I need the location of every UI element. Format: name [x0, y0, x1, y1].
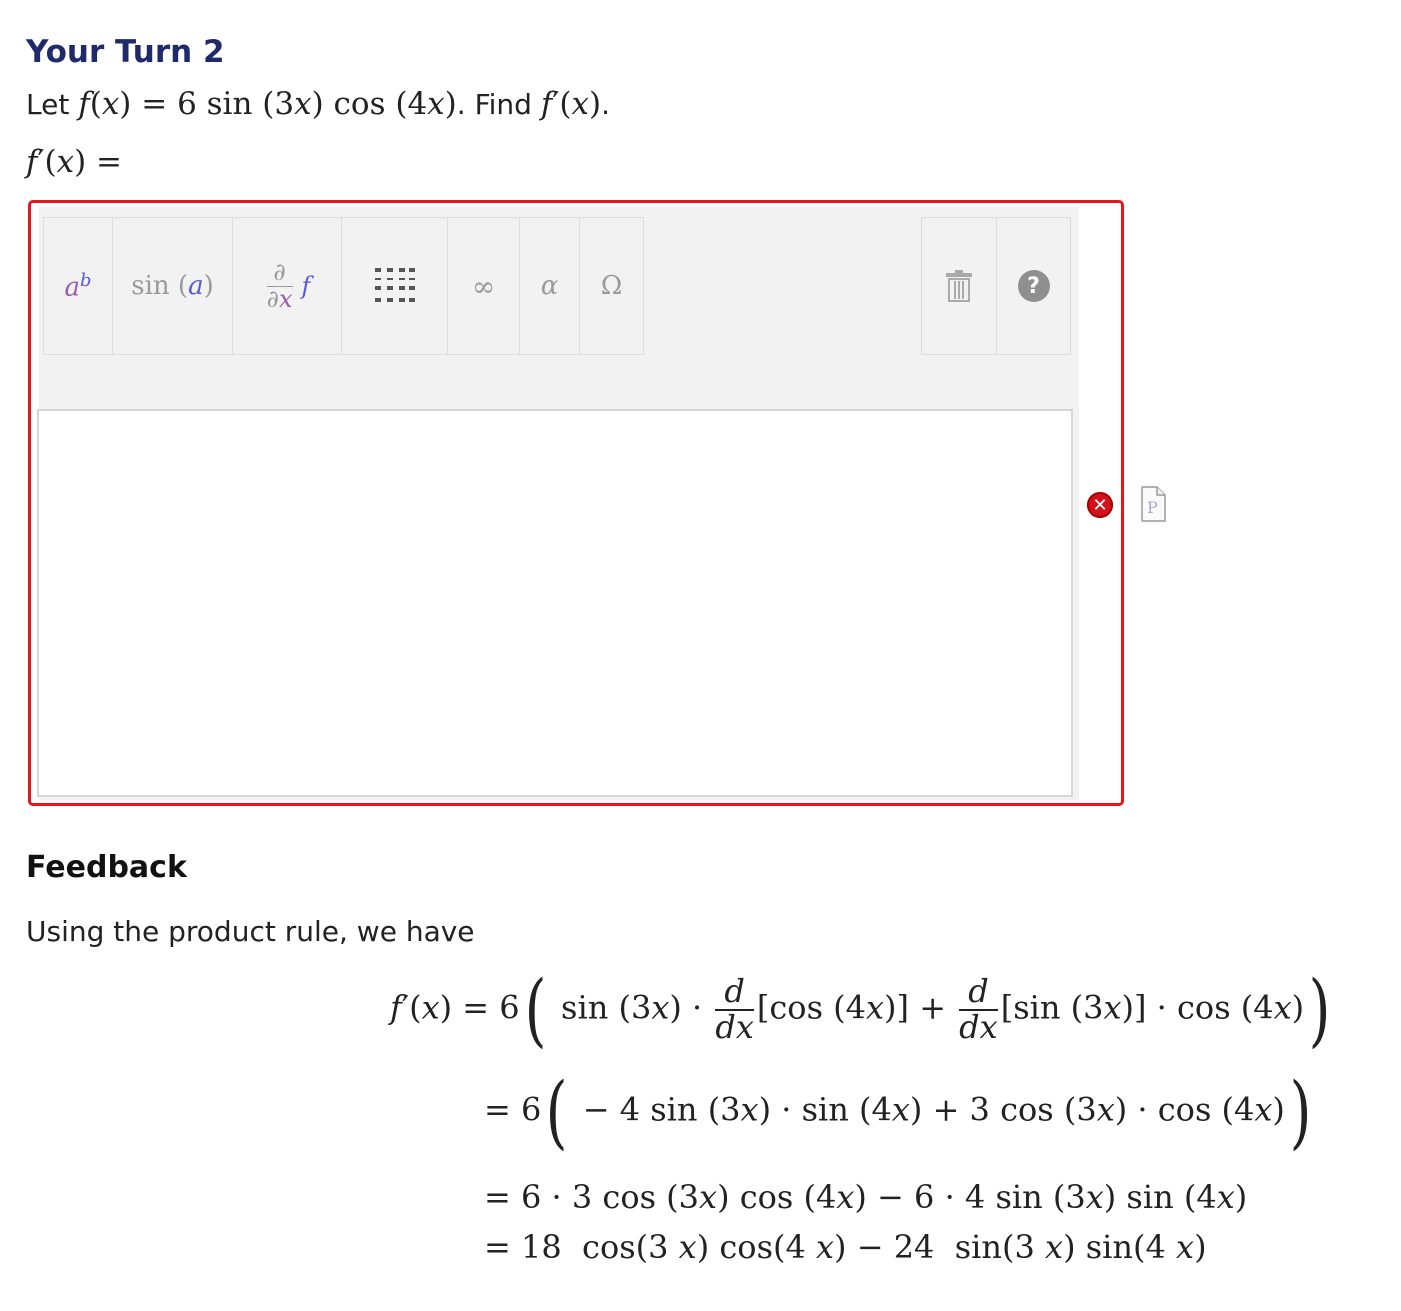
derivation-line-1: f′(x) = 6( sin (3x) · d dx [cos (4x)] + dd… [390, 963, 1331, 1056]
matrix-button[interactable] [341, 217, 448, 355]
prompt-end: . [601, 88, 610, 121]
help-button[interactable]: ? [996, 217, 1071, 355]
help-icon: ? [1017, 270, 1050, 302]
prompt-find: Find [474, 88, 532, 121]
greek-letters-button[interactable]: α [519, 217, 580, 355]
omega-icon: Ω [600, 271, 623, 301]
prompt-period: . [456, 88, 466, 121]
derivation-line-4: = 18 cos(3 x) cos(4 x) − 24 sin(3 x) sin… [484, 1228, 1207, 1266]
trig-functions-button[interactable]: sin (a) [112, 217, 233, 355]
function-definition: f(x) = 6 sin (3x) cos (4x) [78, 86, 457, 122]
special-symbols-button[interactable]: Ω [579, 217, 644, 355]
page-heading: Your Turn 2 [26, 34, 225, 70]
svg-text:P: P [1147, 498, 1158, 517]
matrix-icon [374, 268, 415, 302]
prompt-target: f′(x) [540, 86, 602, 122]
preview-icon[interactable]: P [1140, 486, 1166, 522]
answer-prefix: f′(x) = [26, 144, 123, 180]
alpha-icon: α [540, 271, 559, 301]
derivation-line-3: = 6 · 3 cos (3x) cos (4x) − 6 · 4 sin (3… [484, 1178, 1248, 1216]
answer-input[interactable] [37, 409, 1073, 797]
feedback-intro: Using the product rule, we have [26, 915, 475, 948]
trig-icon: sin (a) [131, 271, 214, 301]
derivation-line-2: = 6( − 4 sin (3x) · sin (4x) + 3 cos (3x… [484, 1065, 1312, 1158]
exponent-icon: ab [64, 269, 92, 303]
question-prompt: Let f(x) = 6 sin (3x) cos (4x). Find f′(… [26, 86, 610, 122]
derivative-icon: ∂ ∂x f [266, 258, 311, 313]
clear-button[interactable] [921, 217, 997, 355]
feedback-heading: Feedback [26, 850, 187, 885]
infinity-button[interactable]: ∞ [447, 217, 520, 355]
trash-icon [946, 270, 972, 302]
exponent-button[interactable]: ab [43, 217, 113, 355]
math-answer-editor: ab sin (a) ∂ ∂x f ∞ α Ω ? [28, 200, 1124, 806]
prompt-lead: Let [26, 88, 70, 121]
infinity-icon: ∞ [471, 269, 496, 303]
derivative-button[interactable]: ∂ ∂x f [232, 217, 342, 355]
error-icon: ✕ [1087, 492, 1113, 518]
feedback-derivation: f′(x) = 6( sin (3x) · d dx [cos (4x)] + dd… [0, 960, 1401, 1290]
